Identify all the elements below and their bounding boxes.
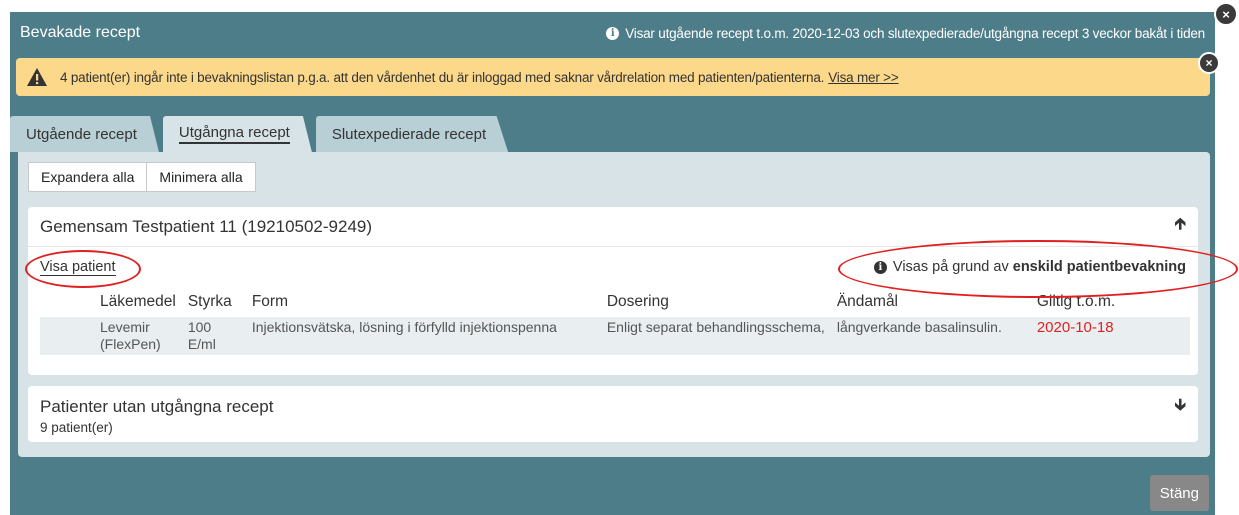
patients-without-header[interactable]: Patienter utan utgångna recept 🡳 xyxy=(28,386,1198,420)
expand-all-button[interactable]: Expandera alla xyxy=(28,162,148,192)
close-icon[interactable]: × xyxy=(1214,2,1238,26)
valid-until-cell: 2020-10-18 xyxy=(1036,319,1114,336)
reason-info: i Visas på grund av enskild patientbevak… xyxy=(873,259,1186,275)
header-info-text: Visar utgående recept t.o.m. 2020-12-03 … xyxy=(625,25,1205,41)
warning-icon xyxy=(27,68,47,86)
patient-card: Gemensam Testpatient 11 (19210502-9249) … xyxy=(28,207,1198,375)
expand-button-group: Expandera alla Minimera alla xyxy=(28,162,256,192)
prescription-watch-modal: Bevakade recept i Visar utgående recept … xyxy=(10,12,1215,515)
arrow-down-icon[interactable]: 🡳 xyxy=(1175,394,1187,421)
strength-cell: 100 E/ml xyxy=(187,319,216,352)
modal-title: Bevakade recept xyxy=(20,24,141,41)
modal-header: Bevakade recept i Visar utgående recept … xyxy=(10,12,1215,54)
purpose-cell: långverkande basalinsulin. xyxy=(836,319,1002,335)
form-cell: Injektionsvätska, lösning i förfylld inj… xyxy=(251,319,557,335)
column-header: Giltig t.o.m. xyxy=(1036,293,1116,310)
show-patient-link[interactable]: Visa patient xyxy=(40,259,116,276)
column-header: Styrka xyxy=(187,293,232,310)
minimize-all-button[interactable]: Minimera alla xyxy=(147,162,256,192)
patient-name: Gemensam Testpatient 11 (19210502-9249) xyxy=(40,216,373,236)
close-button[interactable]: Stäng xyxy=(1149,475,1209,511)
prescription-table: Läkemedel Styrka Form Dosering Ändamål G… xyxy=(40,289,1190,355)
reason-text: Visas på grund av enskild patientbevakni… xyxy=(892,259,1186,275)
drug-cell: Levemir (FlexPen) xyxy=(100,319,161,352)
header-info: i Visar utgående recept t.o.m. 2020-12-0… xyxy=(606,26,1205,41)
dosage-cell: Enligt separat behandlingsschema, xyxy=(606,319,825,335)
column-header: Dosering xyxy=(606,293,669,310)
info-icon: i xyxy=(606,26,620,40)
tab-outgoing[interactable]: Utgående recept xyxy=(10,116,159,152)
show-more-link[interactable]: Visa mer >> xyxy=(828,70,899,85)
column-header: Ändamål xyxy=(836,293,899,310)
info-icon: i xyxy=(873,260,887,274)
warning-text: 4 patient(er) ingår inte i bevakningslis… xyxy=(60,69,825,85)
table-row[interactable]: Levemir (FlexPen) 100 E/ml Injektionsvät… xyxy=(40,317,1190,355)
column-header: Form xyxy=(251,293,288,310)
patients-without-title: Patienter utan utgångna recept xyxy=(40,397,274,416)
close-icon[interactable]: × xyxy=(1198,52,1220,74)
column-header: Läkemedel xyxy=(100,293,176,310)
tab-panel: Expandera alla Minimera alla Gemensam Te… xyxy=(18,152,1210,457)
warning-banner: 4 patient(er) ingår inte i bevakningslis… xyxy=(16,58,1210,96)
tab-dispensed[interactable]: Slutexpedierade recept xyxy=(315,116,509,152)
arrow-up-icon[interactable]: 🡱 xyxy=(1175,213,1187,240)
patient-actions-row: Visa patient i Visas på grund av enskild… xyxy=(28,247,1198,287)
tab-expired[interactable]: Utgångna recept xyxy=(162,116,312,152)
patient-count: 9 patient(er) xyxy=(40,420,113,435)
patient-card-header[interactable]: Gemensam Testpatient 11 (19210502-9249) … xyxy=(28,207,1198,247)
patients-without-card: Patienter utan utgångna recept 🡳 9 patie… xyxy=(28,386,1198,442)
tab-bar: Utgående recept Utgångna recept Slutexpe… xyxy=(10,116,512,152)
